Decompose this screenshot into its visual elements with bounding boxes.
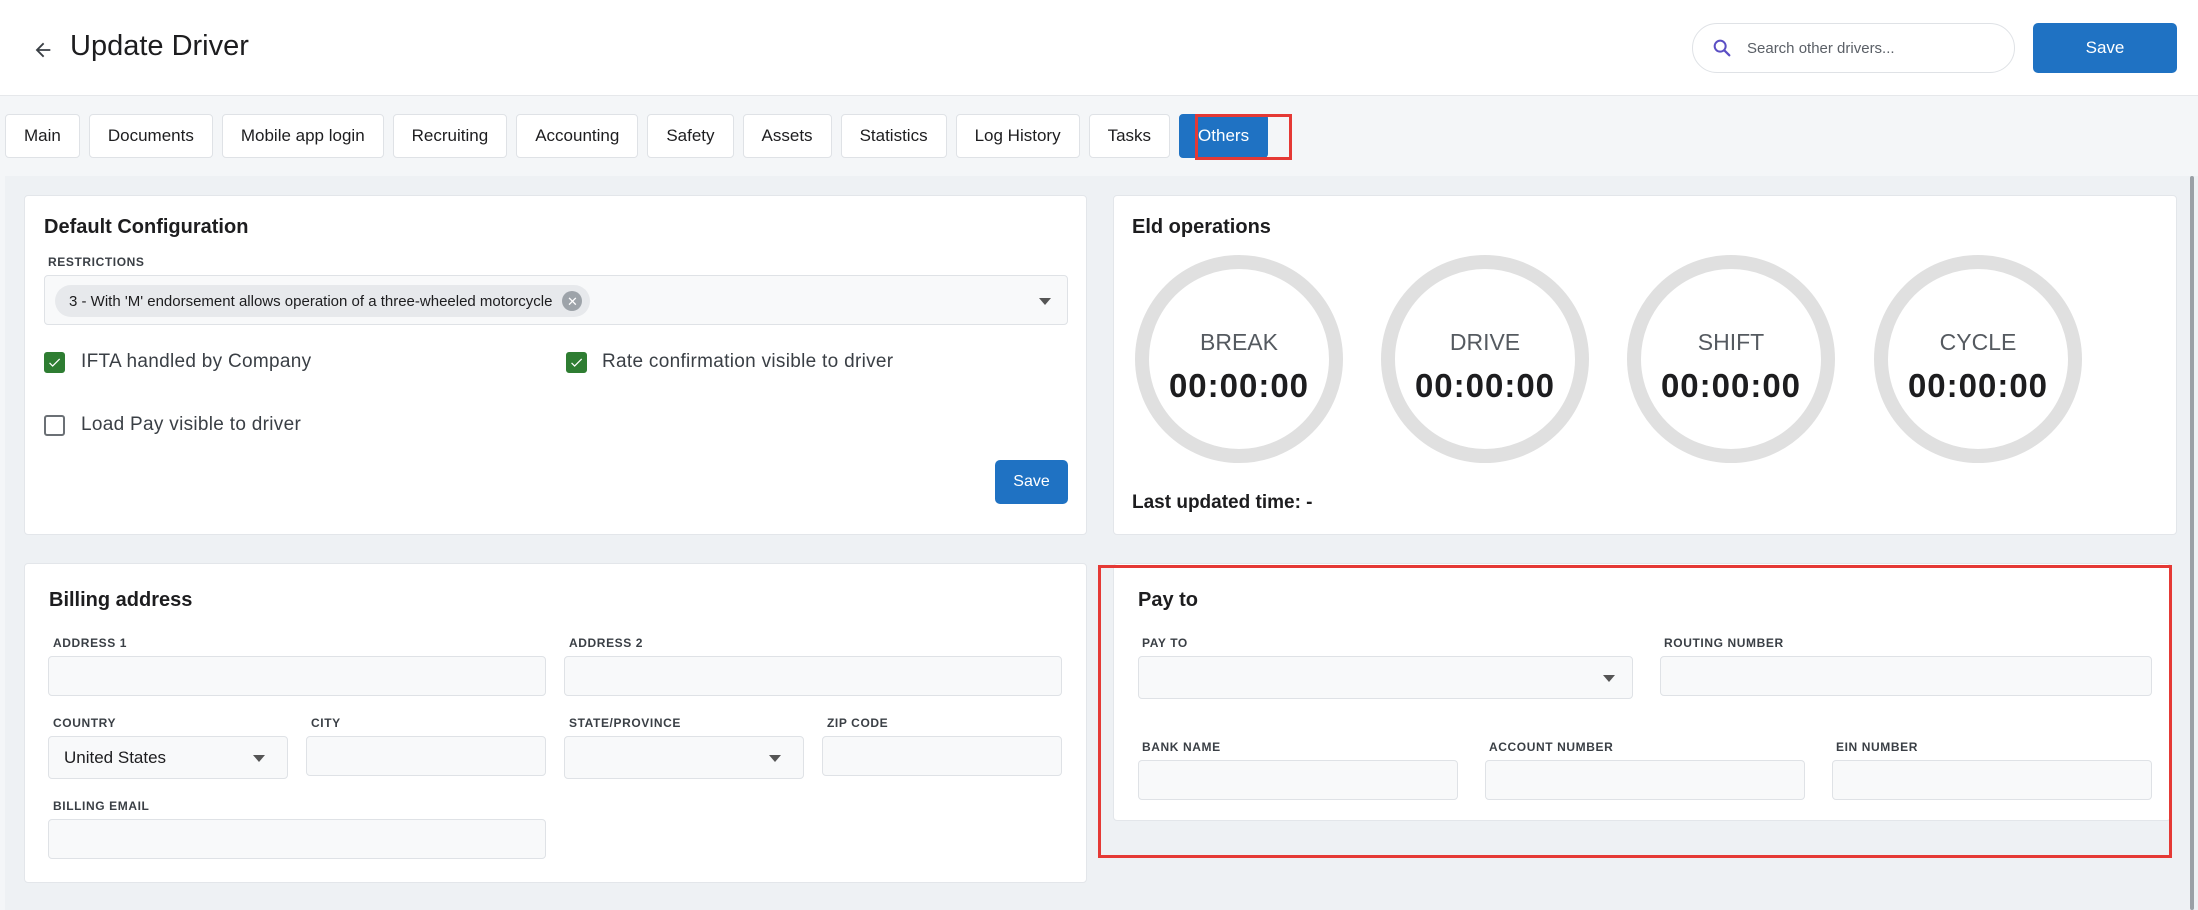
ifta-checkbox[interactable] bbox=[44, 352, 65, 373]
zip-code-label: ZIP CODE bbox=[827, 716, 889, 730]
page-title: Update Driver bbox=[70, 30, 249, 62]
tab-bar: Main Documents Mobile app login Recruiti… bbox=[5, 114, 1269, 158]
drive-gauge-label: DRIVE bbox=[1449, 329, 1521, 355]
load-pay-label: Load Pay visible to driver bbox=[81, 414, 302, 435]
pay-to-card: Pay to PAY TO ROUTING NUMBER BANK NAME A… bbox=[1113, 563, 2171, 821]
country-select[interactable]: United States bbox=[48, 736, 288, 779]
country-label: COUNTRY bbox=[53, 716, 117, 730]
city-input[interactable] bbox=[306, 736, 546, 776]
tab-log-history[interactable]: Log History bbox=[955, 114, 1080, 158]
zip-code-input[interactable] bbox=[822, 736, 1062, 776]
caret-down-icon[interactable] bbox=[1039, 298, 1051, 305]
cycle-gauge-label: CYCLE bbox=[1939, 329, 2017, 355]
tab-statistics[interactable]: Statistics bbox=[840, 114, 947, 158]
break-gauge-value: 00:00:00 bbox=[1168, 367, 1310, 404]
search-input[interactable] bbox=[1747, 24, 1997, 72]
address2-input[interactable] bbox=[564, 656, 1062, 696]
routing-number-label: ROUTING NUMBER bbox=[1664, 636, 1784, 650]
checkmark-icon bbox=[571, 358, 583, 367]
tab-tasks[interactable]: Tasks bbox=[1088, 114, 1171, 158]
close-circle-icon[interactable]: ✕ bbox=[562, 291, 583, 311]
address1-label: ADDRESS 1 bbox=[53, 636, 128, 650]
tab-assets[interactable]: Assets bbox=[742, 114, 832, 158]
ein-number-input[interactable] bbox=[1832, 760, 2152, 800]
break-gauge: BREAK 00:00:00 bbox=[1135, 255, 1343, 463]
rate-confirmation-checkbox[interactable] bbox=[566, 352, 587, 373]
account-number-label: ACCOUNT NUMBER bbox=[1489, 740, 1614, 754]
shift-gauge-label: SHIFT bbox=[1697, 329, 1765, 355]
search-icon bbox=[1713, 39, 1731, 57]
tab-main[interactable]: Main bbox=[5, 114, 80, 158]
tab-safety[interactable]: Safety bbox=[647, 114, 734, 158]
shift-gauge: SHIFT 00:00:00 bbox=[1627, 255, 1835, 463]
tab-mobile-app-login[interactable]: Mobile app login bbox=[221, 114, 384, 158]
state-label: STATE/PROVINCE bbox=[569, 716, 681, 730]
eld-operations-title: Eld operations bbox=[1132, 216, 1271, 238]
bank-name-label: BANK NAME bbox=[1142, 740, 1221, 754]
tab-documents[interactable]: Documents bbox=[88, 114, 213, 158]
last-updated-time: Last updated time: - bbox=[1132, 492, 1313, 513]
load-pay-checkbox[interactable] bbox=[44, 415, 65, 436]
billing-address-card: Billing address ADDRESS 1 ADDRESS 2 COUN… bbox=[24, 563, 1087, 883]
cycle-gauge-value: 00:00:00 bbox=[1907, 367, 2049, 404]
bank-name-input[interactable] bbox=[1138, 760, 1458, 800]
shift-gauge-value: 00:00:00 bbox=[1660, 367, 1802, 404]
billing-email-label: BILLING EMAIL bbox=[53, 799, 150, 813]
back-button[interactable] bbox=[28, 35, 58, 65]
caret-down-icon[interactable] bbox=[769, 755, 781, 762]
address2-label: ADDRESS 2 bbox=[569, 636, 644, 650]
routing-number-input[interactable] bbox=[1660, 656, 2152, 696]
caret-down-icon[interactable] bbox=[1603, 675, 1615, 682]
drive-gauge-value: 00:00:00 bbox=[1414, 367, 1556, 404]
restriction-chip: 3 - With 'M' endorsement allows operatio… bbox=[55, 285, 591, 317]
rate-confirmation-label: Rate confirmation visible to driver bbox=[602, 351, 894, 372]
account-number-input[interactable] bbox=[1485, 760, 1805, 800]
tab-others[interactable]: Others bbox=[1179, 114, 1269, 158]
billing-email-input[interactable] bbox=[48, 819, 546, 859]
tab-accounting[interactable]: Accounting bbox=[516, 114, 639, 158]
restrictions-select[interactable]: 3 - With 'M' endorsement allows operatio… bbox=[44, 275, 1068, 325]
ifta-label: IFTA handled by Company bbox=[81, 351, 312, 372]
eld-operations-card: Eld operations BREAK 00:00:00 DRIVE 00:0… bbox=[1113, 195, 2177, 535]
ein-number-label: EIN NUMBER bbox=[1836, 740, 1919, 754]
state-select[interactable] bbox=[564, 736, 804, 779]
restrictions-label: RESTRICTIONS bbox=[48, 255, 145, 269]
pay-to-label: PAY TO bbox=[1142, 636, 1188, 650]
scrollbar[interactable] bbox=[2190, 176, 2194, 910]
default-configuration-card: Default Configuration RESTRICTIONS 3 - W… bbox=[24, 195, 1087, 535]
default-configuration-title: Default Configuration bbox=[44, 216, 249, 238]
save-button[interactable]: Save bbox=[2033, 23, 2177, 73]
break-gauge-label: BREAK bbox=[1200, 329, 1278, 355]
drive-gauge: DRIVE 00:00:00 bbox=[1381, 255, 1589, 463]
billing-address-title: Billing address bbox=[49, 589, 193, 611]
page-header: Update Driver Save bbox=[0, 0, 2198, 96]
pay-to-title: Pay to bbox=[1138, 589, 1199, 611]
country-value: United States bbox=[64, 748, 167, 767]
cycle-gauge: CYCLE 00:00:00 bbox=[1874, 255, 2082, 463]
restriction-chip-label: 3 - With 'M' endorsement allows operatio… bbox=[69, 292, 553, 310]
search-box[interactable] bbox=[1692, 23, 2015, 73]
city-label: CITY bbox=[311, 716, 341, 730]
address1-input[interactable] bbox=[48, 656, 546, 696]
tab-recruiting[interactable]: Recruiting bbox=[392, 114, 508, 158]
arrow-left-icon bbox=[35, 42, 51, 58]
pay-to-select[interactable] bbox=[1138, 656, 1633, 699]
caret-down-icon[interactable] bbox=[253, 755, 265, 762]
default-config-save-button[interactable]: Save bbox=[995, 460, 1068, 504]
checkmark-icon bbox=[49, 358, 61, 367]
